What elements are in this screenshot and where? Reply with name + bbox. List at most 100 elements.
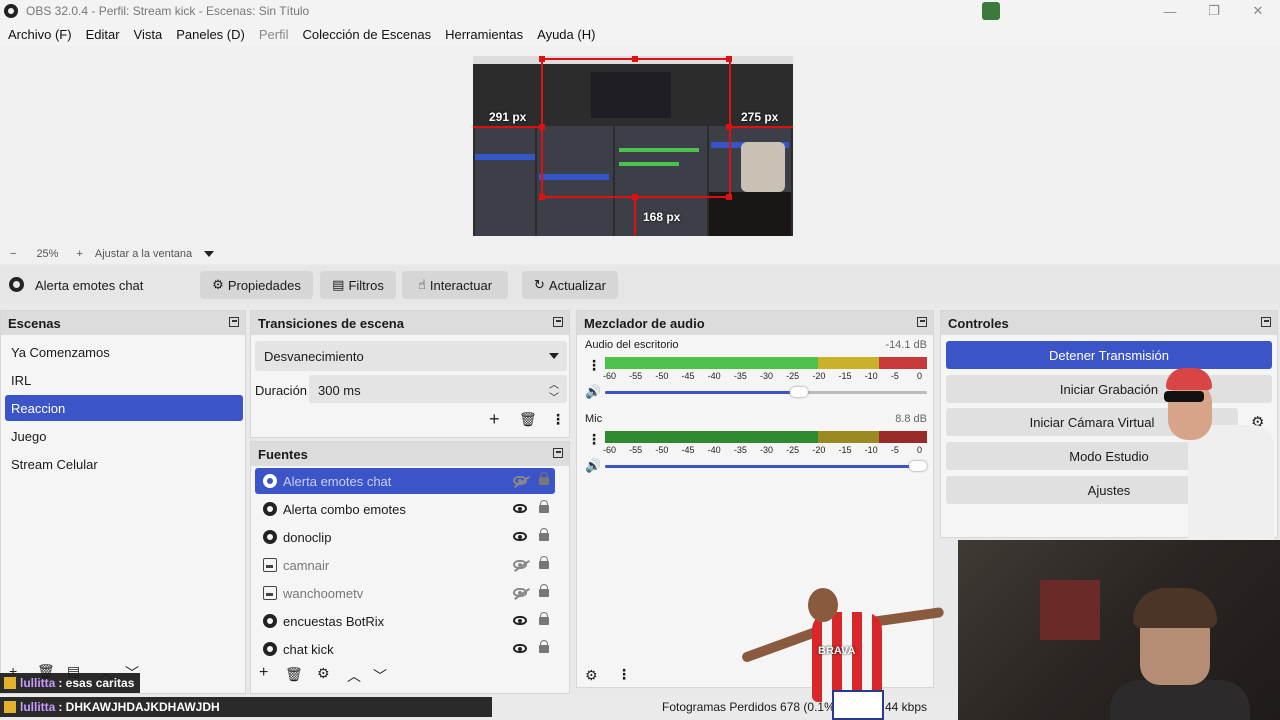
undock-icon[interactable] (917, 317, 927, 327)
scene-item[interactable]: Stream Celular (5, 451, 243, 477)
source-item-selected[interactable]: Alerta emotes chat (255, 468, 555, 494)
distance-label-bottom: 168 px (643, 210, 681, 224)
scene-item[interactable]: Ya Comenzamos (5, 339, 243, 365)
advanced-audio-icon[interactable]: ⚙ (585, 667, 598, 684)
eye-icon[interactable] (513, 504, 527, 513)
source-item[interactable]: chat kick (255, 636, 555, 662)
resize-handle[interactable] (632, 194, 638, 200)
meter-tick-label: 0 (917, 445, 923, 455)
lock-icon[interactable] (539, 640, 549, 653)
trash-icon[interactable]: 🗑 (519, 411, 537, 428)
resize-handle[interactable] (539, 124, 545, 130)
interact-label: Interactuar (429, 277, 493, 293)
minimize-button[interactable]: — (1148, 0, 1192, 22)
zoom-bar: − 25% + Ajustar a la ventana (0, 244, 1280, 264)
menu-docks[interactable]: Paneles (D) (176, 27, 245, 42)
interact-button[interactable]: ☝ Interactuar (402, 271, 508, 299)
move-up-icon[interactable]: ︿ (347, 666, 361, 686)
eye-hidden-icon[interactable] (513, 476, 527, 485)
volume-slider-knob[interactable] (789, 387, 808, 397)
filter-icon: ▤ (332, 277, 345, 292)
menu-view[interactable]: Vista (134, 27, 163, 42)
zoom-out-button[interactable]: − (10, 248, 16, 260)
kebab-menu-icon[interactable]: ⋮ (617, 666, 631, 683)
eye-hidden-icon[interactable] (513, 588, 527, 597)
menu-profile[interactable]: Perfil (259, 27, 289, 42)
browser-source-icon (263, 614, 277, 628)
lock-icon[interactable] (539, 584, 549, 597)
refresh-button[interactable]: ↻ Actualizar (522, 271, 618, 299)
volume-slider-knob[interactable] (909, 461, 927, 471)
source-item[interactable]: Alerta combo emotes (255, 496, 555, 522)
duration-spinbox[interactable]: 300 ms ︿ ﹀ (309, 375, 567, 404)
resize-handle[interactable] (539, 56, 545, 62)
transition-select[interactable]: Desvanecimiento (255, 341, 567, 371)
chat-badge-icon (4, 701, 16, 713)
lock-icon[interactable] (539, 556, 549, 569)
eye-icon[interactable] (513, 616, 527, 625)
chevron-down-icon[interactable] (204, 251, 215, 257)
fit-window-select[interactable]: Ajustar a la ventana (95, 248, 192, 260)
source-item[interactable]: wanchoometv (255, 580, 555, 606)
kebab-menu-icon[interactable]: ⋮ (551, 411, 565, 428)
source-label: wanchoometv (283, 586, 364, 601)
undock-icon[interactable] (1261, 317, 1271, 327)
resize-handle[interactable] (726, 194, 732, 200)
add-source-icon[interactable]: + (259, 664, 268, 682)
resize-handle[interactable] (539, 194, 545, 200)
add-transition-icon[interactable]: + (489, 409, 500, 430)
speaker-icon[interactable]: 🔊 (585, 459, 601, 472)
resize-handle[interactable] (726, 56, 732, 62)
start-recording-button[interactable]: Iniciar Grabación (946, 375, 1272, 403)
lock-icon[interactable] (539, 612, 549, 625)
browser-source-icon (263, 502, 277, 516)
gear-icon: ⚙ (212, 277, 224, 292)
lock-icon[interactable] (539, 528, 549, 541)
lock-icon[interactable] (539, 472, 549, 485)
player-overlay-head (808, 588, 838, 622)
chat-username: lullitta (20, 700, 56, 714)
menu-help[interactable]: Ayuda (H) (537, 27, 595, 42)
resize-handle[interactable] (726, 124, 732, 130)
resize-handle[interactable] (632, 56, 638, 62)
scene-item[interactable]: Juego (5, 423, 243, 449)
filters-button[interactable]: ▤ Filtros (320, 271, 396, 299)
properties-button[interactable]: ⚙ Propiedades (200, 271, 313, 299)
webcam-background-object (1040, 580, 1100, 640)
source-item[interactable]: camnair (255, 552, 555, 578)
undock-icon[interactable] (229, 317, 239, 327)
menu-file[interactable]: Archivo (F) (8, 27, 72, 42)
eye-hidden-icon[interactable] (513, 560, 527, 569)
kebab-menu-icon[interactable]: ⋮ (587, 357, 601, 374)
kebab-menu-icon[interactable]: ⋮ (587, 431, 601, 448)
move-down-icon[interactable]: ﹀ (373, 666, 387, 686)
stop-streaming-button[interactable]: Detener Transmisión (946, 341, 1272, 369)
menu-scene-collection[interactable]: Colección de Escenas (302, 27, 431, 42)
source-item[interactable]: donoclip (255, 524, 555, 550)
zoom-in-button[interactable]: + (76, 248, 82, 260)
source-item[interactable]: encuestas BotRix (255, 608, 555, 634)
spin-down-icon[interactable]: ﹀ (549, 389, 559, 404)
lock-icon[interactable] (539, 500, 549, 513)
browser-source-icon (9, 277, 24, 292)
chat-badge-icon (4, 677, 16, 689)
preview-guide-bottom (634, 198, 636, 236)
maximize-button[interactable]: ❐ (1192, 0, 1236, 22)
trash-icon[interactable]: 🗑 (285, 666, 303, 683)
gear-icon[interactable]: ⚙ (317, 665, 330, 682)
menu-tools[interactable]: Herramientas (445, 27, 523, 42)
speaker-icon[interactable]: 🔊 (585, 385, 601, 398)
menu-edit[interactable]: Editar (86, 27, 120, 42)
meter-tick-label: -50 (655, 371, 669, 381)
close-button[interactable]: ✕ (1236, 0, 1280, 22)
preview-canvas[interactable]: 291 px 275 px 168 px (473, 56, 793, 236)
undock-icon[interactable] (553, 317, 563, 327)
preview-area[interactable]: 291 px 275 px 168 px (0, 46, 1280, 244)
eye-icon[interactable] (513, 644, 527, 653)
undock-icon[interactable] (553, 448, 563, 458)
preview-nested-meter (619, 148, 699, 152)
sources-dock: Fuentes Alerta emotes chat Alerta combo e… (250, 441, 570, 694)
scene-item-selected[interactable]: Reaccion (5, 395, 243, 421)
eye-icon[interactable] (513, 532, 527, 541)
scene-item[interactable]: IRL (5, 367, 243, 393)
